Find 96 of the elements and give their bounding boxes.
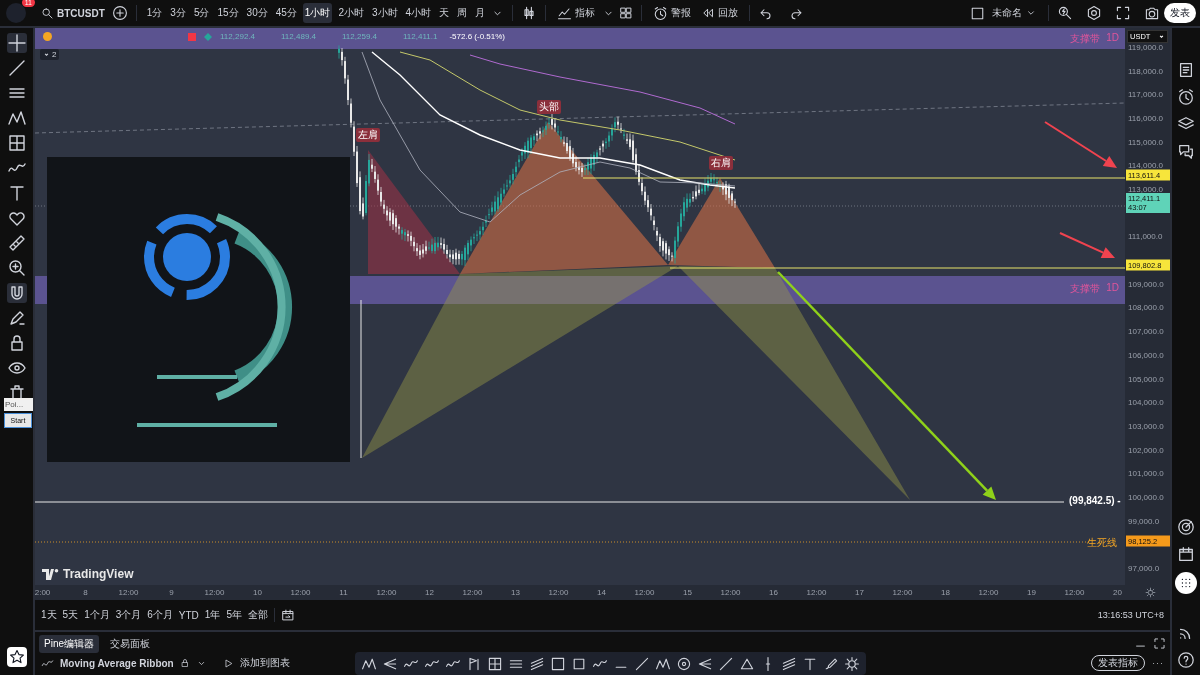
time-tick: 14: [596, 588, 607, 597]
price-tick: 118,000.0: [1128, 66, 1163, 76]
panel-tab[interactable]: 交易面板: [105, 634, 155, 653]
range-button[interactable]: YTD: [178, 609, 199, 621]
interval-tab[interactable]: 30分: [244, 3, 270, 23]
price-tick: 103,000.0: [1128, 421, 1164, 431]
pattern-label: 右肩: [709, 156, 733, 170]
time-tick: 11: [338, 588, 349, 597]
time-tick: 12:00: [633, 588, 656, 597]
zone-timeframe: 1D: [1106, 32, 1119, 45]
time-tick: 12:00: [289, 588, 312, 597]
price-tick: 107,000.0: [1128, 326, 1164, 336]
time-tick: 12: [424, 588, 435, 597]
time-tick: 15: [682, 588, 693, 597]
interval-tab[interactable]: 周: [455, 3, 470, 23]
range-button[interactable]: 5年: [226, 608, 242, 622]
indicators-button[interactable]: 指标: [554, 3, 599, 23]
interval-tab[interactable]: 45分: [273, 3, 299, 23]
price-tick: 116,000.0: [1128, 113, 1163, 123]
range-button[interactable]: 1年: [204, 608, 221, 622]
time-tick: 12:00: [547, 588, 570, 597]
time-tick: 12:00: [891, 588, 914, 597]
interval-tab[interactable]: 1分: [144, 3, 165, 23]
ohlc-value: 112,259.4: [342, 32, 377, 41]
price-tick: 106,000.0: [1128, 350, 1164, 360]
time-tick: 18: [940, 588, 951, 597]
interval-tab[interactable]: 月: [473, 3, 488, 23]
interval-tab[interactable]: 1小时: [302, 3, 333, 23]
price-tick: 119,000.0: [1128, 42, 1163, 52]
time-tick: 20: [1112, 588, 1123, 597]
add-to-chart-button[interactable]: 添加到图表: [239, 656, 290, 670]
interval-tab[interactable]: 2小时: [336, 3, 366, 23]
pattern-label: 左肩: [356, 128, 380, 142]
range-button[interactable]: 6个月: [147, 608, 173, 622]
price-tick: 105,000.0: [1128, 374, 1164, 383]
time-tick: 9: [168, 588, 175, 597]
replay-button[interactable]: 回放: [698, 4, 742, 22]
price-tick: 100,000.0: [1128, 492, 1164, 502]
price-tick: 104,000.0: [1128, 397, 1164, 407]
time-tick: 12:00: [461, 588, 484, 597]
layout-name-button[interactable]: 未命名: [989, 4, 1040, 22]
price-tick: 97,000.0: [1128, 563, 1160, 573]
interval-tab[interactable]: 15分: [215, 3, 241, 23]
time-tick: 16: [768, 588, 779, 597]
price-tick: 101,000.0: [1128, 468, 1164, 478]
price-change: -572.6 (-0.51%): [449, 32, 505, 41]
time-tick: 12:00: [375, 588, 398, 597]
price-tick: 99,000.0: [1128, 516, 1160, 526]
time-tick: 12:00: [203, 588, 226, 597]
popup-text: Poi...: [4, 398, 33, 411]
alert-button[interactable]: 警报: [650, 3, 695, 23]
range-button[interactable]: 全部: [247, 608, 268, 622]
range-button[interactable]: 3个月: [115, 608, 142, 622]
collapse-button[interactable]: 2: [40, 49, 60, 60]
pattern-label: 头部: [537, 100, 561, 114]
time-tick: 12:00: [977, 588, 1000, 597]
range-button[interactable]: 1天: [41, 608, 57, 622]
price-tick: 108,000.0: [1128, 302, 1164, 312]
price-tick: 117,000.0: [1128, 89, 1163, 99]
time-tick: 12:00: [719, 588, 742, 597]
time-tick: 8: [82, 588, 89, 597]
time-tick: 12:00: [117, 588, 140, 597]
time-tick: 17: [854, 588, 865, 597]
script-name: Moving Average Ribbon: [60, 657, 174, 669]
time-tick: 12:00: [1063, 588, 1086, 597]
time-tick: 10: [252, 588, 263, 597]
ohlc-value: 112,489.4: [281, 32, 316, 41]
interval-tab[interactable]: 4小时: [403, 3, 434, 23]
ohlc-value: 112,292.4: [220, 32, 255, 41]
time-tick: 13: [510, 588, 521, 597]
price-tick: 109,000.0: [1128, 279, 1164, 289]
interval-tab[interactable]: 3小时: [369, 3, 400, 23]
interval-tab[interactable]: 3分: [168, 3, 188, 23]
interval-tab[interactable]: 天: [437, 3, 452, 23]
zone-label: 支撑带: [1070, 32, 1101, 46]
price-tick: 102,000.0: [1128, 445, 1164, 455]
zone-timeframe: 1D: [1106, 282, 1119, 295]
time-tick: 12:00: [805, 588, 828, 597]
price-tick: 115,000.0: [1128, 137, 1163, 147]
price-tick: 114,000.0: [1128, 160, 1163, 170]
zone-label: 支撑带: [1070, 282, 1101, 296]
range-button[interactable]: 1个月: [84, 608, 110, 622]
line-label: 生死线: [1087, 536, 1117, 550]
time-tick: 2:00: [35, 588, 52, 597]
price-tick: 111,000.0: [1128, 231, 1163, 241]
range-button[interactable]: 5天: [62, 608, 79, 622]
price-tick: 113,000.0: [1128, 184, 1163, 194]
symbol-search-button[interactable]: BTCUSDT: [38, 4, 108, 22]
target-price-label: (99,842.5) -: [1069, 495, 1121, 506]
ohlc-value: 112,411.1: [403, 32, 438, 41]
publish-button[interactable]: 发表: [1164, 3, 1196, 23]
panel-tab[interactable]: Pine编辑器: [39, 634, 99, 653]
brand-name: TradingView: [63, 567, 134, 581]
clock: 13:16:53 UTC+8: [1097, 610, 1164, 620]
interval-tab[interactable]: 5分: [191, 3, 212, 23]
time-tick: 19: [1026, 588, 1037, 597]
